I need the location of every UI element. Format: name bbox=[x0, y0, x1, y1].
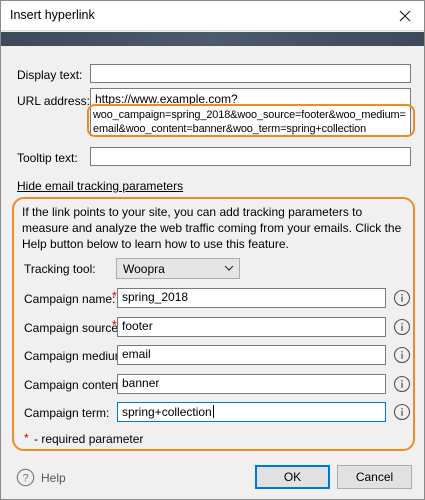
tracking-tool-value: Woopra bbox=[123, 262, 165, 276]
url-parameters-highlight: woo_campaign=spring_2018&woo_source=foot… bbox=[87, 104, 415, 137]
insert-hyperlink-dialog: Insert hyperlink Display text: URL addre… bbox=[0, 0, 425, 500]
required-asterisk: * bbox=[24, 431, 29, 445]
campaign-source-input[interactable]: footer bbox=[117, 317, 386, 337]
tooltip-text-input[interactable] bbox=[90, 147, 411, 166]
info-icon[interactable] bbox=[393, 346, 411, 364]
display-text-label: Display text: bbox=[17, 68, 83, 82]
tracking-tool-label: Tracking tool: bbox=[24, 262, 96, 276]
help-icon: ? bbox=[16, 468, 35, 487]
chevron-down-icon bbox=[224, 265, 234, 271]
close-icon bbox=[399, 10, 411, 22]
title-bar: Insert hyperlink bbox=[1, 1, 424, 31]
info-icon[interactable] bbox=[393, 318, 411, 336]
window-title: Insert hyperlink bbox=[10, 8, 95, 22]
campaign-term-value: spring+collection bbox=[122, 405, 212, 419]
required-parameter-note: - required parameter bbox=[34, 432, 144, 446]
tracking-tool-select[interactable]: Woopra bbox=[116, 258, 240, 279]
campaign-content-label: Campaign content: bbox=[24, 378, 125, 392]
cancel-button[interactable]: Cancel bbox=[337, 465, 412, 489]
text-caret bbox=[212, 405, 214, 418]
campaign-name-label: Campaign name: bbox=[24, 292, 116, 306]
url-address-label: URL address: bbox=[17, 94, 90, 108]
close-button[interactable] bbox=[392, 4, 418, 28]
help-button[interactable]: ? Help bbox=[16, 468, 66, 487]
svg-text:?: ? bbox=[22, 473, 28, 485]
url-line-2: woo_campaign=spring_2018&woo_source=foot… bbox=[93, 109, 406, 121]
campaign-medium-input[interactable]: email bbox=[117, 345, 386, 365]
campaign-term-label: Campaign term: bbox=[24, 406, 110, 420]
campaign-content-input[interactable]: banner bbox=[117, 374, 386, 394]
header-band bbox=[1, 32, 424, 46]
campaign-medium-label: Campaign medium: bbox=[24, 349, 129, 363]
campaign-source-label: Campaign source: bbox=[24, 321, 122, 335]
info-icon[interactable] bbox=[393, 403, 411, 421]
display-text-input[interactable] bbox=[90, 64, 411, 83]
campaign-term-input[interactable]: spring+collection bbox=[117, 402, 386, 422]
hide-tracking-parameters-link[interactable]: Hide email tracking parameters bbox=[17, 179, 183, 193]
campaign-name-input[interactable]: spring_2018 bbox=[117, 288, 386, 308]
info-icon[interactable] bbox=[393, 375, 411, 393]
help-label: Help bbox=[41, 470, 66, 485]
url-line-3: email&woo_content=banner&woo_term=spring… bbox=[93, 123, 367, 135]
required-asterisk: * bbox=[112, 318, 117, 332]
required-asterisk: * bbox=[112, 289, 117, 303]
info-icon[interactable] bbox=[393, 289, 411, 307]
tracking-info-text: If the link points to your site, you can… bbox=[22, 205, 402, 251]
tooltip-text-label: Tooltip text: bbox=[17, 151, 78, 165]
ok-button[interactable]: OK bbox=[255, 465, 330, 489]
